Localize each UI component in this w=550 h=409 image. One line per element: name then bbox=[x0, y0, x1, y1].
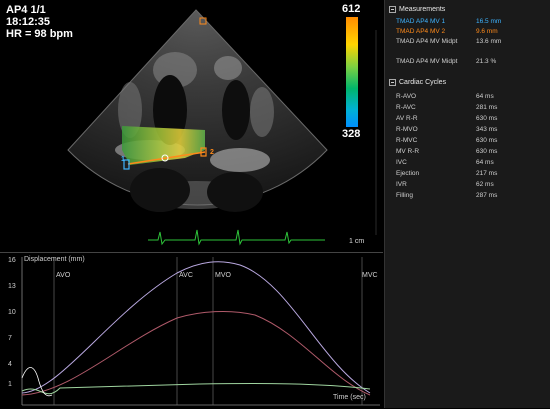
event-label-avc: AVC bbox=[179, 272, 193, 279]
measurements-header[interactable]: Measurements bbox=[385, 3, 550, 15]
measurement-row[interactable]: TMAD AP4 MV Midpt 13.6 mm bbox=[385, 38, 550, 55]
collapse-icon[interactable] bbox=[389, 5, 396, 13]
measurement-label: TMAD AP4 MV Midpt bbox=[396, 58, 458, 65]
cycle-row[interactable]: R-MVO 343 ms bbox=[385, 124, 550, 135]
colorbar-max: 612 bbox=[342, 3, 361, 15]
cycle-value: 287 ms bbox=[476, 192, 498, 199]
colorbar-min: 328 bbox=[342, 128, 361, 140]
ecg-trace bbox=[148, 229, 325, 246]
curve-early bbox=[21, 367, 53, 397]
cycle-value: 64 ms bbox=[476, 159, 494, 166]
cycle-value: 281 ms bbox=[476, 104, 498, 111]
cycle-label: Ejection bbox=[396, 170, 420, 177]
la-chamber bbox=[130, 168, 190, 212]
echo-viewer: AP4 1/1 18:12:35 HR = 98 bpm 612 328 1 2… bbox=[0, 0, 550, 409]
cycle-label: AV R-R bbox=[396, 115, 418, 122]
measurement-row[interactable]: TMAD AP4 MV 1 16.5 mm bbox=[385, 18, 550, 28]
measurement-row[interactable]: TMAD AP4 MV 2 9.6 mm bbox=[385, 28, 550, 38]
cycle-label: IVC bbox=[396, 159, 407, 166]
y-axis-label: Displacement (mm) bbox=[24, 256, 85, 263]
measurement-label: TMAD AP4 MV 2 bbox=[396, 28, 446, 35]
cardiac-cycles-header[interactable]: Cardiac Cycles bbox=[385, 76, 550, 88]
cycle-label: MV R-R bbox=[396, 148, 420, 155]
cycle-label: Filling bbox=[396, 192, 413, 199]
clock-time: 18:12:35 bbox=[6, 16, 51, 28]
cardiac-cycles-list: R-AVO 64 ms R-AVC 281 ms AV R-R 630 ms R-MV… bbox=[385, 91, 550, 201]
cycle-row[interactable]: Ejection 217 ms bbox=[385, 168, 550, 179]
cycle-row[interactable]: IVR 62 ms bbox=[385, 179, 550, 190]
measurement-row[interactable]: TMAD AP4 MV Midpt 21.3 % bbox=[385, 58, 550, 75]
cycle-row[interactable]: R-AVC 281 ms bbox=[385, 102, 550, 113]
cycle-value: 62 ms bbox=[476, 181, 494, 188]
cycle-label: R-AVC bbox=[396, 104, 416, 111]
cycle-value: 630 ms bbox=[476, 137, 498, 144]
scale-label: 1 cm bbox=[349, 238, 365, 245]
measurement-value: 13.6 mm bbox=[476, 38, 502, 45]
cycle-row[interactable]: Filling 287 ms bbox=[385, 190, 550, 201]
displacement-graph[interactable]: Displacement (mm) 16 13 10 7 4 1 AVO AVC… bbox=[0, 252, 383, 409]
cycle-row[interactable]: R-AVO 64 ms bbox=[385, 91, 550, 102]
cycle-label: R-MVC bbox=[396, 137, 418, 144]
cycle-value: 630 ms bbox=[476, 115, 498, 122]
colorbar: 612 328 bbox=[341, 3, 371, 140]
measurement-value: 9.6 mm bbox=[476, 28, 498, 35]
rv-chamber bbox=[222, 80, 250, 140]
image-info: AP4 1/1 18:12:35 HR = 98 bpm bbox=[6, 4, 73, 40]
cycle-value: 217 ms bbox=[476, 170, 498, 177]
heart-rate: HR = 98 bpm bbox=[6, 28, 73, 40]
cardiac-cycles-title: Cardiac Cycles bbox=[399, 78, 447, 86]
cycle-row[interactable]: IVC 64 ms bbox=[385, 157, 550, 168]
curve-midpoint bbox=[21, 383, 371, 395]
ra-chamber bbox=[207, 172, 263, 212]
marker-2-label: 2 bbox=[210, 149, 214, 156]
y-tick: 7 bbox=[8, 335, 12, 342]
results-panel: Measurements TMAD AP4 MV 1 16.5 mm TMAD … bbox=[384, 0, 550, 408]
x-axis-label: Time (sec) bbox=[333, 394, 366, 401]
event-label-avo: AVO bbox=[56, 272, 71, 279]
measurements-title: Measurements bbox=[399, 5, 446, 13]
measurement-label: TMAD AP4 MV 1 bbox=[396, 18, 446, 25]
cycle-row[interactable]: R-MVC 630 ms bbox=[385, 135, 550, 146]
curve-mv1 bbox=[21, 261, 371, 394]
echo-image-viewport[interactable]: AP4 1/1 18:12:35 HR = 98 bpm 612 328 1 2… bbox=[0, 0, 380, 250]
y-tick: 10 bbox=[8, 309, 16, 316]
cycle-value: 343 ms bbox=[476, 126, 498, 133]
y-tick: 16 bbox=[8, 257, 16, 264]
colorbar-gradient bbox=[346, 17, 358, 127]
view-label: AP4 1/1 bbox=[6, 4, 46, 16]
cycle-row[interactable]: AV R-R 630 ms bbox=[385, 113, 550, 124]
marker-1-label: 1 bbox=[121, 156, 125, 163]
collapse-icon[interactable] bbox=[389, 78, 396, 86]
cycle-value: 630 ms bbox=[476, 148, 498, 155]
measurement-value: 16.5 mm bbox=[476, 18, 502, 25]
measurement-label: TMAD AP4 MV Midpt bbox=[396, 38, 458, 45]
cycle-label: IVR bbox=[396, 181, 407, 188]
y-tick: 4 bbox=[8, 361, 12, 368]
cycle-label: R-AVO bbox=[396, 93, 417, 100]
measurement-value: 21.3 % bbox=[476, 58, 497, 65]
curve-mv2 bbox=[21, 310, 371, 396]
y-tick: 13 bbox=[8, 283, 16, 290]
event-label-mvc: MVC bbox=[362, 272, 378, 279]
y-tick: 1 bbox=[8, 381, 12, 388]
cycle-label: R-MVO bbox=[396, 126, 418, 133]
cycle-value: 64 ms bbox=[476, 93, 494, 100]
event-label-mvo: MVO bbox=[215, 272, 231, 279]
cycle-row[interactable]: MV R-R 630 ms bbox=[385, 146, 550, 157]
